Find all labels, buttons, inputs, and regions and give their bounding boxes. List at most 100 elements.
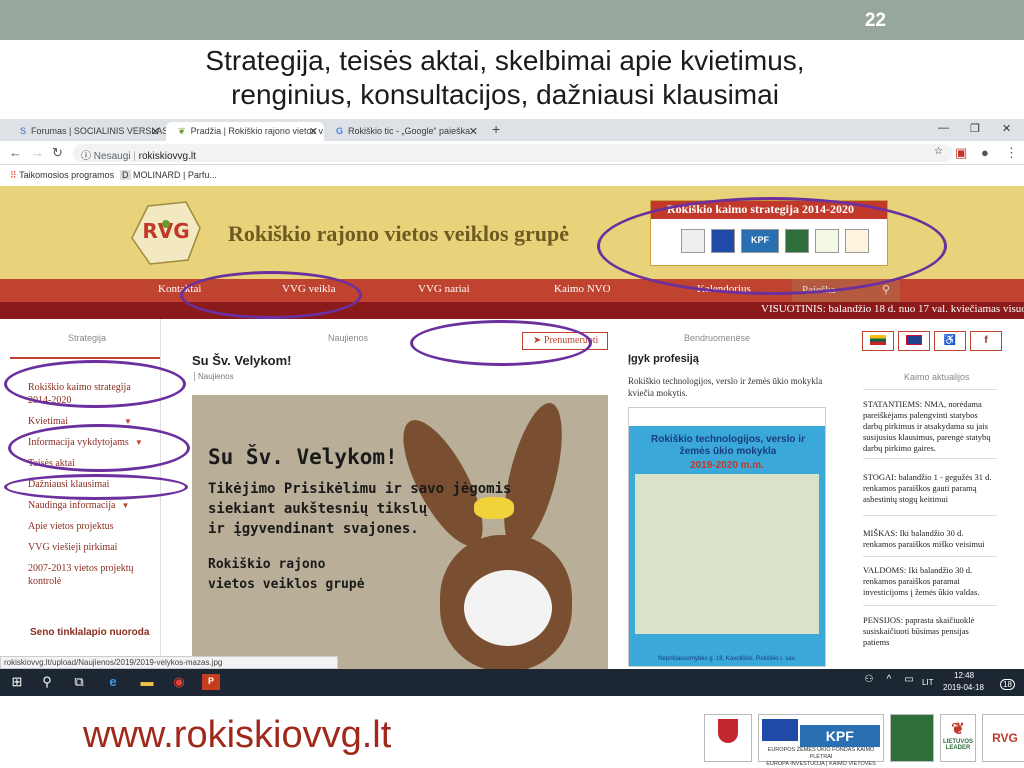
leaf-favicon-icon: ❦ [178, 126, 186, 136]
sidebar-item-kontrole[interactable]: 2007-2013 vietos projektų kontrolė [28, 562, 148, 588]
poster-body [635, 474, 819, 634]
poster-title: Rokiškio technologijos, verslo ir žemės … [651, 434, 805, 457]
close-icon[interactable]: ✕ [469, 125, 478, 138]
site-title[interactable]: Rokiškio rajono vietos veiklos grupė [228, 221, 569, 247]
slide-title-line2: renginius, konsultacijos, dažniausi klau… [231, 79, 779, 110]
flag-en-button[interactable] [898, 331, 930, 351]
language-indicator[interactable]: LIT [922, 678, 934, 687]
slide-title-line1: Strategija, teisės aktai, skelbimai apie… [205, 45, 805, 76]
lithuania-coat-icon [704, 714, 752, 762]
nav-kontaktai[interactable]: Kontaktai [158, 283, 201, 295]
powerpoint-icon[interactable]: P [202, 674, 220, 690]
bookmark-molinard[interactable]: D MOLINARD | Parfu... [120, 170, 217, 180]
task-view-icon[interactable]: ⧉ [70, 674, 88, 690]
vvg-logo[interactable]: RVG [128, 198, 204, 268]
image-signature-line: vietos veiklos grupė [208, 577, 365, 592]
flag-lt-button[interactable] [862, 331, 894, 351]
news-category[interactable]: Naujienos [194, 372, 234, 381]
eu-fund-logo: KPF EUROPOS ŽEMĖS ŪKIO FONDAS KAIMO PLĖT… [758, 714, 884, 767]
tab-pradzia[interactable]: ❦ Pradžia | Rokiškio rajono vietos v ✕ [166, 122, 324, 141]
menu-dots-icon[interactable]: ⋮ [1005, 145, 1018, 161]
rural-news-item[interactable]: PENSIJOS: paprasta skaičiuoklė susiskaič… [863, 615, 997, 648]
strategy-banner[interactable]: Rokiškio kaimo strategija 2014-2020 KPF [650, 200, 888, 266]
clock-time[interactable]: 12:48 [954, 671, 974, 680]
file-explorer-icon[interactable]: ▬ [138, 674, 156, 690]
school-poster[interactable]: Rokiškio technologijos, verslo ir žemės … [628, 407, 826, 667]
back-icon[interactable]: ← [9, 145, 22, 160]
subscribe-label: Prenumeruoti [543, 335, 599, 346]
new-tab-icon[interactable]: + [492, 121, 500, 137]
tab-forumas[interactable]: S Forumas | SOCIALINIS VERSLAS ✕ [8, 122, 166, 141]
divider [863, 605, 997, 606]
clock-date[interactable]: 2019-04-18 [943, 683, 984, 692]
bookmark-apps[interactable]: ⠿ Taikomosios programos [10, 170, 114, 181]
rural-news-label: Kaimo aktualijos [904, 372, 970, 382]
accessibility-button[interactable]: ♿ [934, 331, 966, 351]
url-field[interactable]: ⓘ Nesaugi | rokiskiovvg.lt ☆ [73, 144, 953, 162]
close-icon[interactable]: ✕ [309, 125, 318, 138]
search-icon[interactable]: ⚲ [882, 283, 890, 296]
sidebar-item-apie-projektus[interactable]: Apie vietos projektus [28, 520, 148, 533]
edge-icon[interactable]: e [104, 674, 122, 690]
search-icon[interactable]: ⚲ [38, 674, 56, 690]
extension-icon[interactable]: ▣ [955, 145, 967, 161]
security-label: Nesaugi [93, 151, 131, 162]
news-headline[interactable]: Su Šv. Velykom! [192, 353, 291, 368]
leaf-icon: ❦ [951, 721, 965, 738]
profile-icon[interactable]: ● [981, 145, 989, 160]
d-favicon-icon: D [120, 170, 131, 180]
nav-kaimo-nvo[interactable]: Kaimo NVO [554, 283, 611, 295]
rural-news-item[interactable]: VALDOMS: Iki balandžio 30 d. renkamos pa… [863, 565, 997, 598]
rural-news-item[interactable]: STATANTIEMS: NMA, norėdama pareiškėjams … [863, 399, 997, 454]
window-close-icon[interactable]: ✕ [1002, 122, 1011, 135]
search-input[interactable]: Paieška ⚲ [792, 279, 900, 302]
strategy-heading: Rokiškio kaimo strategija 2014-2020 [651, 201, 887, 219]
chrome-icon[interactable]: ◉ [170, 674, 188, 690]
nav-kalendorius[interactable]: Kalendorius [697, 283, 751, 295]
windows-start-icon[interactable]: ⊞ [8, 674, 26, 690]
page-content: Strategija Rokiškio kaimo strategija 201… [0, 319, 1024, 674]
uk-flag-icon [906, 335, 922, 345]
sidebar-item-teises-aktai[interactable]: Teisės aktai [28, 457, 148, 470]
sidebar-item-naudinga[interactable]: Naudinga informacija ▼ [28, 499, 148, 512]
sidebar-item-informacija[interactable]: Informacija vykdytojams ▼ [28, 436, 148, 449]
bookmark-star-icon[interactable]: ☆ [934, 146, 943, 157]
tab-google[interactable]: G Rokiškio tic - „Google“ paieška ✕ [324, 122, 484, 141]
lietuvos-leader-text: LIETUVOS LEADER [942, 739, 973, 751]
sidebar-item-kvietimai[interactable]: Kvietimai ▼ [28, 415, 148, 428]
close-icon[interactable]: ✕ [151, 125, 160, 138]
rural-news-item[interactable]: STOGAI: balandžio 1 - gegužės 31 d. renk… [863, 472, 997, 505]
facebook-button[interactable]: f [970, 331, 1002, 351]
sidebar-item-pirkimai[interactable]: VVG viešieji pirkimai [28, 541, 148, 554]
news-ticker[interactable]: VISUOTINIS: balandžio 18 d. nuo 17 val. … [0, 302, 1024, 319]
eu-flag-icon [711, 229, 735, 253]
chevron-up-icon[interactable]: ^ [880, 674, 898, 690]
kpf-logo-icon: KPF [741, 229, 779, 253]
network-icon[interactable]: ▭ [900, 674, 918, 690]
image-text-line: siekiant aukštesnių tikslų [208, 501, 428, 517]
rural-news-item[interactable]: MIŠKAS: Iki balandžio 30 d. renkamos par… [863, 528, 997, 550]
main-nav: Kontaktai VVG veikla VVG nariai Kaimo NV… [0, 279, 1024, 302]
restore-icon[interactable]: ❐ [970, 122, 980, 135]
people-icon[interactable]: ⚇ [860, 674, 878, 690]
sidebar-item-strategy[interactable]: Rokiškio kaimo strategija 2014-2020 [28, 381, 148, 407]
sidebar-item-dazniausi[interactable]: Dažniausi klausimai [28, 478, 148, 491]
eu-invest-text: EUROPA INVESTUOJA Į KAIMO VIETOVES [766, 761, 876, 767]
sidebar-item-label: Informacija vykdytojams [28, 437, 129, 448]
sidebar-divider [10, 357, 160, 359]
facebook-icon: f [984, 335, 988, 346]
reload-icon[interactable]: ↻ [52, 145, 63, 161]
partner-logos: KPF [681, 229, 869, 255]
notifications-icon[interactable]: 18 [1000, 679, 1015, 690]
easter-image[interactable]: Su Šv. Velykom! Tikėjimo Prisikėlimu ir … [192, 395, 608, 674]
bunny-bow [474, 497, 514, 519]
footer-url[interactable]: www.rokiskiovvg.lt [83, 714, 391, 757]
info-icon[interactable]: ⓘ [81, 151, 91, 162]
community-title[interactable]: Įgyk profesiją [628, 353, 699, 365]
subscribe-button[interactable]: ➤ Prenumeruoti [522, 332, 608, 350]
nav-vvg-veikla[interactable]: VVG veikla [282, 283, 335, 295]
minimize-icon[interactable]: — [938, 122, 949, 134]
forward-icon[interactable]: → [31, 145, 44, 160]
bookmark-label: Taikomosios programos [19, 170, 115, 180]
nav-vvg-nariai[interactable]: VVG nariai [418, 283, 470, 295]
